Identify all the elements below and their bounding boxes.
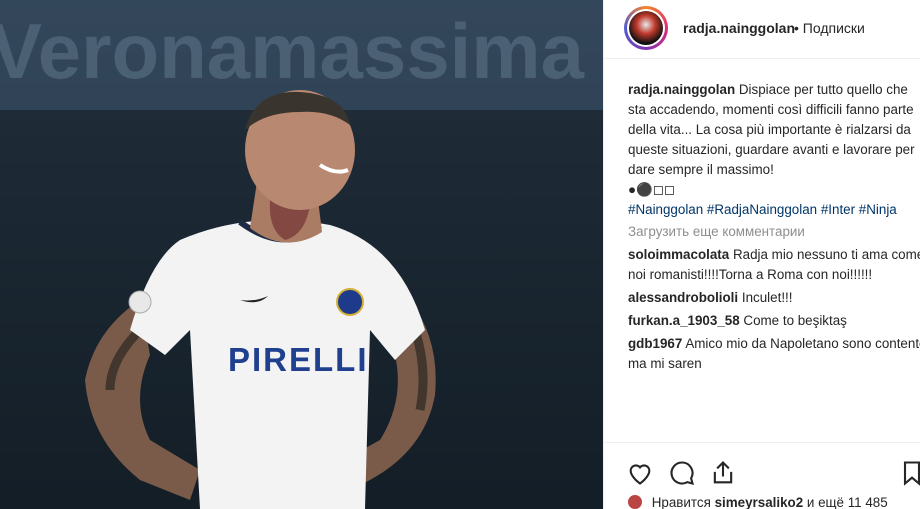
likes-count[interactable]: и ещё 11 485 [807,495,888,509]
bookmark-icon[interactable] [898,459,920,487]
comment-username[interactable]: gdb1967 [628,336,682,351]
likes-summary: Нравится simeyrsaliko2 и ещё 11 485 [628,495,888,509]
comment-item: gdb1967 Amico mio da Napoletano sono con… [628,334,920,374]
comment-item: alessandrobolioli Inculet!!! [628,288,920,308]
post-sidebar: radja.nainggolan • Подписки radja.naingg… [603,0,920,509]
load-more-comments-button[interactable]: Загрузить еще комментарии [628,222,920,242]
caption-username[interactable]: radja.nainggolan [628,82,735,97]
comment-bubble-icon[interactable] [668,459,696,487]
header-username[interactable]: radja.nainggolan [683,20,795,36]
follow-status[interactable]: • Подписки [794,20,865,36]
caption: radja.nainggolan Dispiace per tutto quel… [628,80,920,220]
share-icon[interactable] [709,459,737,487]
liker-avatar [628,495,642,509]
comment-username[interactable]: furkan.a_1903_58 [628,313,740,328]
caption-hashtags[interactable]: #Nainggolan #RadjaNainggolan #Inter #Nin… [628,202,897,217]
player-illustration: Veronamassima PIRELLI [0,0,603,509]
comments-list: radja.nainggolan Dispiace per tutto quel… [628,80,920,374]
liker-username[interactable]: simeyrsaliko2 [715,495,804,509]
caption-emoji: ●⚫◻◻ [628,182,675,197]
comment-username[interactable]: soloimmacolata [628,247,729,262]
likes-prefix: Нравится [651,495,711,509]
comment-text: Inculet!!! [741,290,793,305]
action-bar [604,442,920,493]
comment-username[interactable]: alessandrobolioli [628,290,738,305]
post-header: radja.nainggolan • Подписки [604,0,920,59]
comment-item: soloimmacolata Radja mio nessuno ti ama … [628,245,920,285]
heart-icon[interactable] [626,459,654,487]
avatar[interactable] [624,6,668,50]
follow-button[interactable]: Подписки [803,20,865,36]
comment-text: Come to beşiktaş [743,313,847,328]
post-photo[interactable]: Veronamassima PIRELLI [0,0,603,509]
comment-item: furkan.a_1903_58 Come to beşiktaş [628,311,920,331]
jersey-sponsor: PIRELLI [228,341,369,378]
separator: • [794,20,799,36]
banner-text: Veronamassima [0,7,585,95]
